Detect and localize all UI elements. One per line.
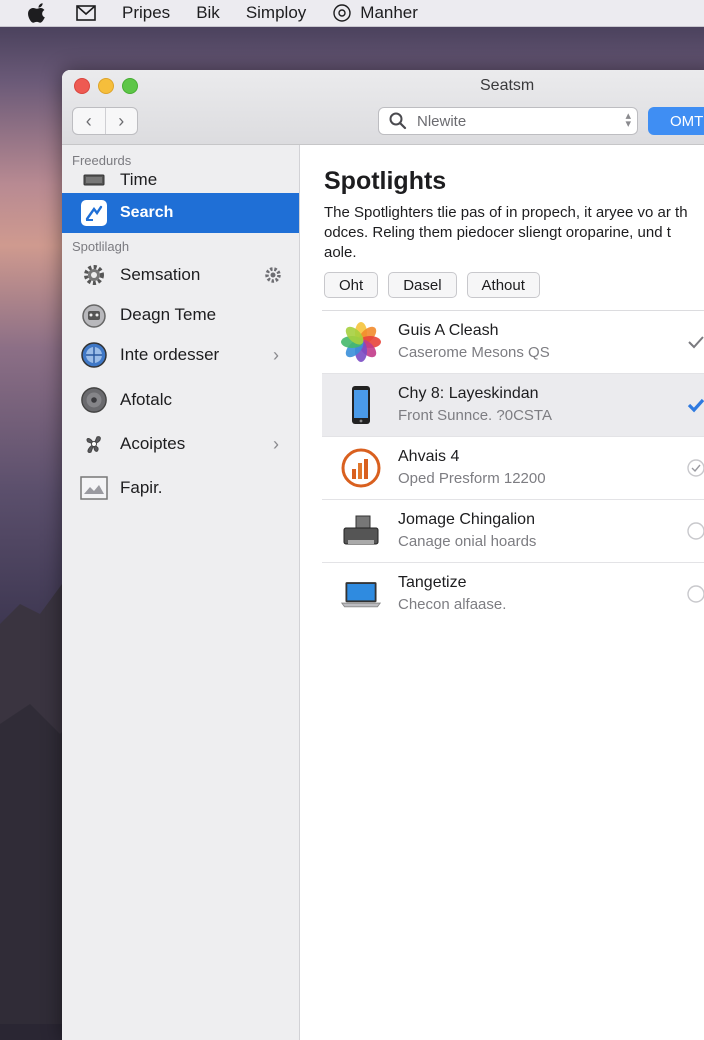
item-title: Jomage Chingalion xyxy=(398,511,535,528)
sidebar-item-label: Fapir. xyxy=(120,478,163,497)
list-item[interactable]: Chy 8: Layeskindan Front Sunnce. ?0CSTA xyxy=(322,374,704,437)
robot-icon xyxy=(80,301,108,329)
button-row: Oht Dasel Athout xyxy=(324,272,540,298)
item-title: Chy 8: Layeskindan xyxy=(398,385,539,402)
athout-button[interactable]: Athout xyxy=(466,272,540,298)
chevron-right-icon[interactable]: › xyxy=(273,345,279,366)
sidebar-item-label: Deagn Teme xyxy=(120,305,217,324)
menu-item-manher[interactable]: Manher xyxy=(332,3,418,23)
laptop-icon xyxy=(340,582,382,608)
sidebar-item-label: Time xyxy=(120,170,158,189)
checkmark-icon[interactable] xyxy=(686,332,704,352)
title-bar: Seatsm ‹ › ▴▾ OMT xyxy=(62,70,704,145)
item-subtitle: Caserome Mesons QS xyxy=(398,344,550,361)
sidebar-item-search[interactable]: Search xyxy=(62,193,299,233)
zoom-button[interactable] xyxy=(122,78,138,94)
forward-button[interactable]: › xyxy=(104,108,138,134)
sidebar: Freedurds Time Search Spotlilagh Semsati… xyxy=(62,145,300,1040)
item-title: Ahvais 4 xyxy=(398,448,460,465)
settings-gear-icon[interactable] xyxy=(263,265,283,285)
menu-item-pripes-label[interactable]: Pripes xyxy=(122,3,170,23)
disc-icon xyxy=(80,386,108,414)
list-item[interactable]: Tangetize Checon alfaase. xyxy=(322,563,704,625)
window-title: Seatsm xyxy=(480,77,535,94)
description-text: The Spotlighters tlie pas of in propech,… xyxy=(324,204,688,261)
sidebar-section-header: Spotlilagh xyxy=(72,239,130,254)
sidebar-item-inte-ordesser[interactable]: Inte ordesser › xyxy=(62,335,299,375)
sidebar-item-afotalc[interactable]: Afotalc xyxy=(62,380,299,420)
drive-icon xyxy=(80,166,108,194)
image-icon xyxy=(80,474,108,502)
chevron-right-icon[interactable]: › xyxy=(273,434,279,455)
circle-check-icon[interactable] xyxy=(686,458,704,478)
list-item[interactable]: Guis A Cleash Caserome Mesons QS xyxy=(322,311,704,374)
item-subtitle: Front Sunnce. ?0CSTA xyxy=(398,407,552,424)
sidebar-item-label: Search xyxy=(120,204,174,221)
close-button[interactable] xyxy=(74,78,90,94)
sidebar-item-label: Afotalc xyxy=(120,390,172,409)
photos-icon xyxy=(341,322,381,362)
item-subtitle: Checon alfaase. xyxy=(398,596,507,613)
gear-icon xyxy=(80,261,108,289)
gear-circle-icon xyxy=(333,4,351,22)
globe-icon xyxy=(80,341,108,369)
empty-circle-icon[interactable] xyxy=(686,584,704,604)
oht-button[interactable]: Oht xyxy=(324,272,379,298)
sidebar-item-time[interactable]: Time xyxy=(62,165,299,195)
stepper-icon[interactable]: ▴ ▾ xyxy=(625,111,631,130)
page-title: Spotlights xyxy=(324,167,447,195)
sidebar-item-label: Acoiptes xyxy=(120,434,186,453)
printer-icon xyxy=(343,515,379,545)
search-icon xyxy=(389,112,407,130)
chart-icon xyxy=(341,448,381,488)
chevron-left-icon: ‹ xyxy=(85,110,92,131)
fan-icon xyxy=(80,430,108,458)
sidebar-item-fapir[interactable]: Fapir. xyxy=(62,468,299,508)
menu-item-simploy[interactable]: Simploy xyxy=(246,3,306,23)
apple-icon[interactable] xyxy=(28,3,48,23)
item-title: Guis A Cleash xyxy=(398,322,499,339)
list-item[interactable]: Jomage Chingalion Canage onial hoards xyxy=(322,500,704,563)
item-title: Tangetize xyxy=(398,574,467,591)
mail-box-icon xyxy=(76,5,96,21)
menu-item-manher-label: Manher xyxy=(360,3,418,22)
results-list: Guis A Cleash Caserome Mesons QS Chy 8: … xyxy=(322,310,704,625)
blue-checkmark-icon[interactable] xyxy=(686,395,704,415)
menu-item-pripes[interactable] xyxy=(76,5,96,21)
item-subtitle: Oped Presform 12200 xyxy=(398,470,546,487)
main-content: Spotlights The Spotlighters tlie pas of … xyxy=(300,145,704,1040)
dasel-button[interactable]: Dasel xyxy=(388,272,457,298)
list-item[interactable]: Ahvais 4 Oped Presform 12200 xyxy=(322,437,704,500)
menu-item-bik[interactable]: Bik xyxy=(196,3,220,23)
menu-bar: Pripes Bik Simploy Manher xyxy=(0,0,704,27)
omt-button[interactable]: OMT xyxy=(648,107,704,135)
sidebar-item-label: Semsation xyxy=(120,265,201,284)
app-window: Seatsm ‹ › ▴▾ OMT Freedurds Time xyxy=(62,70,704,1040)
back-button[interactable]: ‹ xyxy=(73,108,105,134)
sidebar-item-deagn-teme[interactable]: Deagn Teme xyxy=(62,295,299,335)
phone-icon xyxy=(352,386,370,424)
search-app-icon xyxy=(80,199,108,227)
sidebar-item-semsation[interactable]: Semsation xyxy=(62,255,299,295)
sidebar-item-acoiptes[interactable]: Acoiptes › xyxy=(62,424,299,464)
chevron-right-icon: › xyxy=(118,110,125,131)
item-subtitle: Canage onial hoards xyxy=(398,533,537,550)
empty-circle-icon[interactable] xyxy=(686,521,704,541)
nav-buttons: ‹ › xyxy=(72,107,138,135)
search-input[interactable] xyxy=(415,111,609,131)
sidebar-item-label: Inte ordesser xyxy=(120,345,220,364)
search-field[interactable]: ▴▾ xyxy=(378,107,638,135)
minimize-button[interactable] xyxy=(98,78,114,94)
